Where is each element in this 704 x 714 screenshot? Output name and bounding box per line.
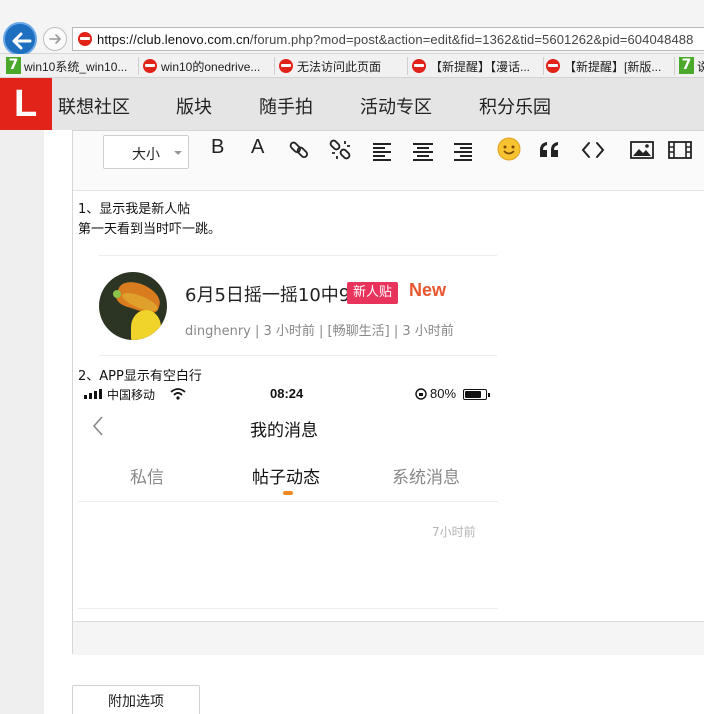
post-editor: 大小 B A 1、显示我是新人帖 第一天看到当时吓一跳。 6月5日摇一摇10中9… [72,130,704,655]
extra-options-button[interactable]: 附加选项 [72,685,200,714]
unlink-button[interactable] [326,135,358,165]
url-host: https://club.lenovo.com.cn [97,32,250,47]
favorite-label: 说 [697,60,704,74]
align-center-button[interactable] [411,135,443,165]
font-size-select[interactable]: 大小 [103,135,189,169]
paragraph-2: 2、APP显示有空白行 [78,369,202,384]
battery-icon [463,389,490,400]
favorite-item[interactable]: 无法访问此页面 [279,56,405,76]
arrow-right-icon [49,34,61,44]
arrow-left-icon [12,32,32,50]
lenovo-favicon-icon [279,59,293,73]
code-button[interactable] [580,135,612,165]
phone-bottom-divider [78,608,498,609]
paragraph-1-line-2: 第一天看到当时吓一跳。 [78,222,222,237]
favorite-item[interactable]: 【新提醒】【漫话... [412,56,542,76]
seven-icon: 7 [6,57,21,74]
lenovo-favicon-icon [143,59,157,73]
logo-letter: L [14,83,38,125]
favorite-label: 【新提醒】【漫话... [430,60,531,74]
nav-item-community[interactable]: 联想社区 [58,93,130,119]
embedded-screenshot-phone: 中国移动 08:24 80% 我的消息 私信 帖子动态 系统消息 7小时前 [78,383,498,609]
bold-button[interactable]: B [211,136,224,159]
favorite-separator [543,57,544,75]
favorite-item[interactable]: win10的onedrive... [143,56,273,76]
favorite-separator [138,57,139,75]
favorite-label: 无法访问此页面 [297,60,382,74]
emoji-button[interactable] [496,135,528,165]
wifi-icon [170,388,186,400]
align-right-icon [454,143,472,161]
quote-icon [540,142,558,157]
signal-icon [84,389,102,399]
editor-toolbar: 大小 B A [73,131,704,191]
phone-tab-private: 私信 [130,468,164,488]
video-button[interactable] [667,135,699,165]
code-icon [581,142,605,158]
lenovo-favicon-icon [412,59,426,73]
favorite-separator [407,57,408,75]
active-tab-indicator [283,491,293,495]
rotation-lock-icon [415,388,427,400]
favorite-separator [274,57,275,75]
favorite-label: 【新提醒】[新版... [564,60,662,74]
phone-page-title: 我的消息 [250,421,318,441]
editor-footer [73,621,704,655]
lenovo-favicon-icon [78,32,92,46]
favorite-item[interactable]: 【新提醒】[新版... [546,56,671,76]
font-size-label: 大小 [132,147,160,163]
forward-button[interactable] [43,27,67,51]
unlink-icon [329,139,351,160]
address-bar[interactable]: https://club.lenovo.com.cn/forum.php?mod… [72,27,704,51]
favorite-item[interactable]: 7 win10系统_win10... [6,56,136,76]
lenovo-logo[interactable]: L [0,78,52,130]
link-icon [289,141,309,159]
left-gutter [0,130,44,714]
url-path: /forum.php?mod=post&action=edit&fid=1362… [249,32,694,47]
image-icon [630,141,654,159]
favorite-item[interactable]: 7 说 [679,56,704,76]
battery-percent: 80% [430,386,457,401]
seven-icon: 7 [679,57,694,74]
avatar [99,272,167,340]
phone-tab-post-activity: 帖子动态 [252,468,320,488]
message-time: 7小时前 [432,525,476,539]
smiley-icon [497,137,521,161]
link-button[interactable] [285,135,317,165]
site-navigation: L 联想社区 版块 随手拍 活动专区 积分乐园 [0,78,704,130]
carrier-name: 中国移动 [107,388,156,402]
align-left-icon [373,143,391,161]
post-title: 6月5日摇一摇10中9 [185,285,351,306]
film-icon [668,141,692,159]
favorites-bar: 7 win10系统_win10... win10的onedrive... 无法访… [0,54,704,78]
image-button[interactable] [629,135,661,165]
back-button[interactable] [3,22,37,56]
nav-item-events[interactable]: 活动专区 [360,93,432,119]
nav-item-boards[interactable]: 版块 [176,93,212,119]
url-text: https://club.lenovo.com.cn/forum.php?mod… [97,32,693,47]
align-center-icon [413,143,433,161]
lenovo-favicon-icon [546,59,560,73]
favorite-separator [674,57,675,75]
paragraph-1-line-1: 1、显示我是新人帖 [78,202,191,217]
phone-clock: 08:24 [270,386,304,401]
new-label: New [409,280,447,300]
new-user-badge: 新人贴 [347,282,399,304]
phone-divider [78,501,498,502]
favorite-label: win10的onedrive... [161,60,261,74]
embedded-screenshot-post: 6月5日摇一摇10中9 新人贴 New dinghenry | 3 小时前 | … [99,255,497,356]
font-color-button[interactable]: A [251,136,264,159]
post-meta: dinghenry | 3 小时前 | [畅聊生活] | 3 小时前 [185,324,454,339]
align-left-button[interactable] [370,135,402,165]
chevron-left-icon [92,416,103,436]
phone-tab-system: 系统消息 [392,468,460,488]
browser-toolbar: https://club.lenovo.com.cn/forum.php?mod… [0,0,704,56]
nav-item-points[interactable]: 积分乐园 [479,93,551,119]
align-right-button[interactable] [451,135,483,165]
phone-status-bar: 中国移动 08:24 80% [78,383,498,405]
quote-button[interactable] [537,135,569,165]
nav-item-snapshots[interactable]: 随手拍 [259,93,313,119]
favorite-label: win10系统_win10... [24,60,128,74]
caret-down-icon [174,151,182,155]
